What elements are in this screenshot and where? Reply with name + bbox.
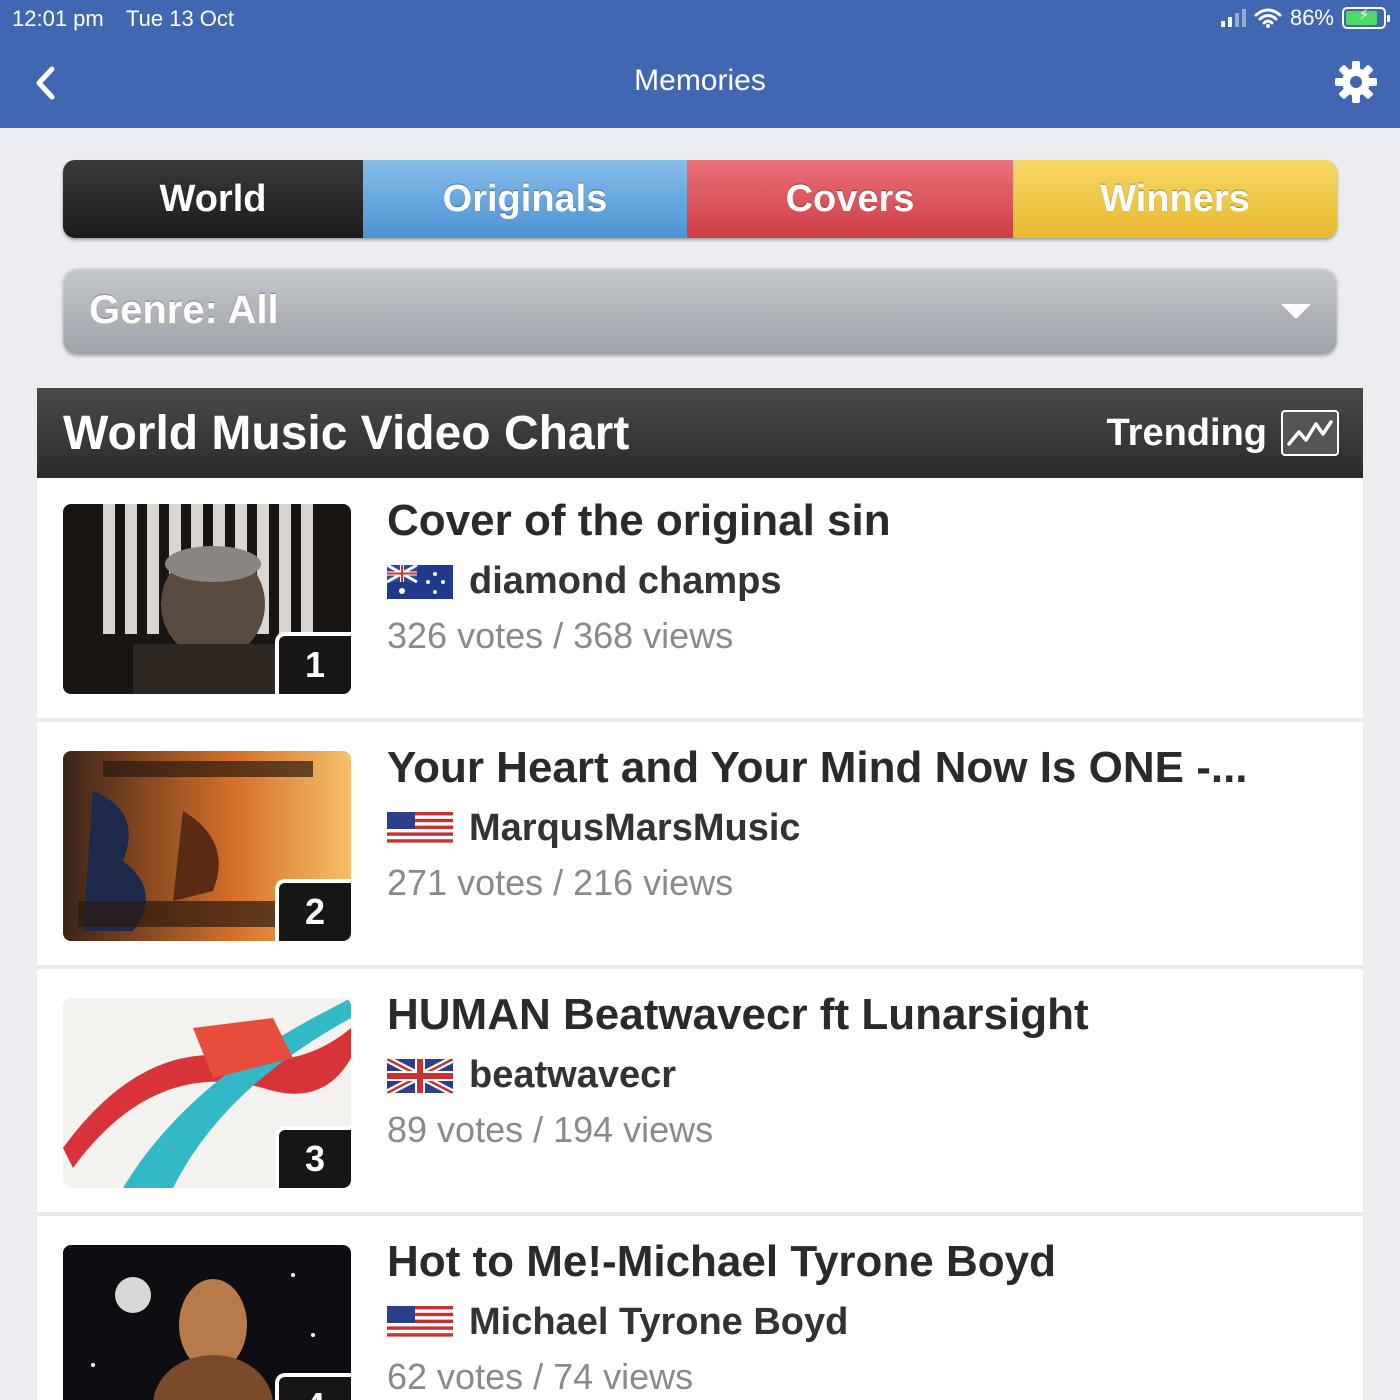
song-title-link[interactable]: Your Heart and Your Mind Now Is ONE -... <box>387 743 1337 793</box>
video-thumbnail[interactable]: 1 <box>63 504 351 694</box>
usa-flag-icon <box>387 811 453 846</box>
charging-bolt-icon: ⚡ <box>1358 7 1370 24</box>
filter-area: World Originals Covers Winners Genre: Al… <box>37 130 1363 388</box>
vote-view-stats: 271 votes / 216 views <box>387 862 734 903</box>
entry-info: HUMAN Beatwavecr ft Lunarsight beatwavec… <box>387 990 1337 1151</box>
artist-line: MarqusMarsMusic <box>387 807 1337 850</box>
trending-toggle[interactable]: Trending <box>1107 410 1339 456</box>
song-title-link[interactable]: Cover of the original sin <box>387 496 1337 546</box>
artist-line: diamond champs <box>387 560 1337 603</box>
chart-title: World Music Video Chart <box>63 407 630 460</box>
status-indicators: 86% ⚡ <box>1220 5 1390 31</box>
rank-badge: 4 <box>275 1373 351 1400</box>
artist-name-link[interactable]: diamond champs <box>469 560 782 603</box>
battery-percent: 86% <box>1289 5 1334 30</box>
category-tabs: World Originals Covers Winners <box>63 160 1337 238</box>
battery-icon: ⚡ <box>1342 7 1390 29</box>
entry-info: Hot to Me!-Michael Tyrone Boyd Michael T… <box>387 1237 1337 1398</box>
vote-view-stats: 326 votes / 368 views <box>387 615 734 656</box>
top-bar: 12:01 pm Tue 13 Oct 86% ⚡ Memories <box>0 0 1400 128</box>
chart-entry[interactable]: 4 Hot to Me!-Michael Tyrone Boyd Michael… <box>37 1219 1363 1400</box>
artist-name-link[interactable]: beatwavecr <box>469 1054 676 1097</box>
uk-flag-icon <box>387 1058 453 1093</box>
chart-entry[interactable]: 1 Cover of the original sin diamond cham… <box>37 478 1363 722</box>
chart-entry[interactable]: 3 HUMAN Beatwavecr ft Lunarsight beatwav… <box>37 972 1363 1216</box>
page-title: Memories <box>634 64 766 97</box>
entry-info: Your Heart and Your Mind Now Is ONE -...… <box>387 743 1337 904</box>
rank-badge: 1 <box>275 632 351 694</box>
artist-name-link[interactable]: MarqusMarsMusic <box>469 807 801 850</box>
vote-view-stats: 89 votes / 194 views <box>387 1109 714 1150</box>
cellular-signal-icon <box>1220 9 1246 27</box>
chevron-down-icon <box>1281 304 1311 319</box>
trend-chart-icon <box>1281 410 1339 456</box>
trending-label: Trending <box>1106 411 1267 454</box>
gear-icon <box>1335 61 1377 103</box>
chart-entry[interactable]: 2 Your Heart and Your Mind Now Is ONE -.… <box>37 725 1363 969</box>
australia-flag-icon <box>387 564 453 599</box>
usa-flag-icon <box>387 1305 453 1340</box>
video-thumbnail[interactable]: 3 <box>63 998 351 1188</box>
tab-world[interactable]: World <box>63 160 363 238</box>
wifi-icon <box>1254 8 1282 28</box>
artist-line: beatwavecr <box>387 1054 1337 1097</box>
artist-name-link[interactable]: Michael Tyrone Boyd <box>469 1301 848 1344</box>
tab-covers[interactable]: Covers <box>687 160 1013 238</box>
rank-badge: 3 <box>275 1126 351 1188</box>
entry-info: Cover of the original sin diamond champs… <box>387 496 1337 657</box>
genre-select-label: Genre: All <box>89 288 279 332</box>
chart-page: World Originals Covers Winners Genre: Al… <box>37 130 1363 1400</box>
genre-select[interactable]: Genre: All <box>63 268 1337 354</box>
artist-line: Michael Tyrone Boyd <box>387 1301 1337 1344</box>
video-thumbnail[interactable]: 2 <box>63 751 351 941</box>
rank-badge: 2 <box>275 879 351 941</box>
tab-winners[interactable]: Winners <box>1013 160 1337 238</box>
tab-originals[interactable]: Originals <box>363 160 687 238</box>
song-title-link[interactable]: HUMAN Beatwavecr ft Lunarsight <box>387 990 1337 1040</box>
status-date: Tue 13 Oct <box>126 6 235 31</box>
video-thumbnail[interactable]: 4 <box>63 1245 351 1400</box>
song-title-link[interactable]: Hot to Me!-Michael Tyrone Boyd <box>387 1237 1337 1287</box>
settings-button[interactable] <box>1334 60 1378 104</box>
status-time: 12:01 pm <box>12 6 104 31</box>
vote-view-stats: 62 votes / 74 views <box>387 1356 694 1397</box>
chart-header: World Music Video Chart Trending <box>37 388 1363 478</box>
